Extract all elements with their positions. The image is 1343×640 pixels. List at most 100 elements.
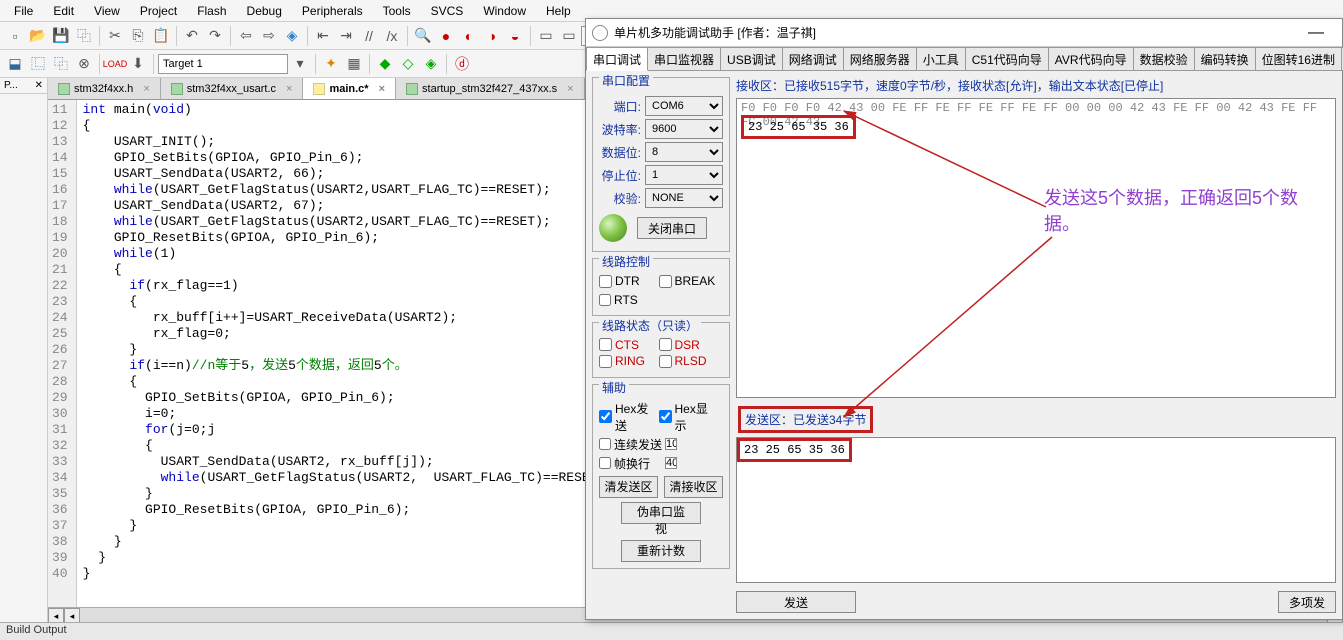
file-icon xyxy=(406,83,418,95)
debug-icon[interactable]: ⓓ xyxy=(451,53,473,75)
menu-svcs[interactable]: SVCS xyxy=(421,2,474,20)
opt-icon[interactable]: ✦ xyxy=(320,53,342,75)
manage3-icon[interactable]: ◈ xyxy=(420,53,442,75)
parity-select[interactable]: NONE xyxy=(645,188,723,208)
dialog-tab[interactable]: 编码转换 xyxy=(1194,47,1256,70)
save-icon[interactable]: 💾 xyxy=(50,25,72,47)
menu-file[interactable]: File xyxy=(4,2,43,20)
download-icon[interactable]: ⬇ xyxy=(127,53,149,75)
copy-icon[interactable]: ⎘ xyxy=(127,25,149,47)
comment-icon[interactable]: // xyxy=(358,25,380,47)
dialog-tab[interactable]: 小工具 xyxy=(916,47,966,70)
build-icon[interactable]: ⬓ xyxy=(4,53,26,75)
databits-select[interactable]: 8 xyxy=(645,142,723,162)
recount-button[interactable]: 重新计数 xyxy=(621,540,701,562)
hex-show-checkbox[interactable] xyxy=(659,410,672,423)
cont-send-checkbox[interactable] xyxy=(599,438,611,450)
minimize-icon[interactable]: — xyxy=(1296,24,1336,42)
menu-tools[interactable]: Tools xyxy=(373,2,421,20)
cont-interval-input[interactable] xyxy=(665,438,677,450)
linebreak-checkbox[interactable] xyxy=(599,457,611,469)
bp4-icon[interactable]: ◒ xyxy=(504,25,526,47)
target-combo[interactable] xyxy=(158,54,288,74)
file-tab[interactable]: stm32f4xx.h× xyxy=(48,78,161,99)
nav-fwd-icon[interactable]: ⇨ xyxy=(258,25,280,47)
dialog-tab[interactable]: C51代码向导 xyxy=(965,47,1049,70)
buildall-icon[interactable]: ⿻ xyxy=(50,53,72,75)
dialog-titlebar[interactable]: 单片机多功能调试助手 [作者：温子祺] — xyxy=(586,19,1342,47)
menu-edit[interactable]: Edit xyxy=(43,2,84,20)
ring-checkbox xyxy=(599,355,612,368)
manage2-icon[interactable]: ◇ xyxy=(397,53,419,75)
undo-icon[interactable]: ↶ xyxy=(181,25,203,47)
code-content[interactable]: int main(void){ USART_INIT(); GPIO_SetBi… xyxy=(77,100,614,607)
new-icon[interactable]: ▫ xyxy=(4,25,26,47)
target-drop-icon[interactable]: ▾ xyxy=(289,53,311,75)
file-icon xyxy=(58,83,70,95)
file-tab[interactable]: startup_stm32f427_437xx.s× xyxy=(396,78,585,99)
dtr-checkbox[interactable] xyxy=(599,275,612,288)
bp-icon[interactable]: ● xyxy=(435,25,457,47)
recv-textbox[interactable]: F0 F0 F0 F0 42 43 00 FE FF FE FF FE FF F… xyxy=(736,98,1336,398)
file-tab[interactable]: main.c*× xyxy=(303,78,396,99)
menu-view[interactable]: View xyxy=(84,2,130,20)
rebuild-icon[interactable]: ⿺ xyxy=(27,53,49,75)
close-port-button[interactable]: 关闭串口 xyxy=(637,217,707,239)
redo-icon[interactable]: ↷ xyxy=(204,25,226,47)
tab-close-icon[interactable]: × xyxy=(286,83,292,95)
dialog-tab[interactable]: 串口调试 xyxy=(586,47,648,71)
menu-project[interactable]: Project xyxy=(130,2,187,20)
stop-build-icon[interactable]: ⊗ xyxy=(73,53,95,75)
dialog-tab[interactable]: USB调试 xyxy=(720,47,783,70)
stopbits-select[interactable]: 1 xyxy=(645,165,723,185)
load-icon[interactable]: LOAD xyxy=(104,53,126,75)
rts-checkbox[interactable] xyxy=(599,294,611,306)
find-icon[interactable]: 🔍 xyxy=(412,25,434,47)
menu-peripherals[interactable]: Peripherals xyxy=(292,2,373,20)
send-textbox[interactable]: 23 25 65 35 36 xyxy=(736,437,1336,583)
menu-flash[interactable]: Flash xyxy=(187,2,236,20)
uncomment-icon[interactable]: /x xyxy=(381,25,403,47)
project-pane: P...✕ xyxy=(0,78,48,623)
tab-close-icon[interactable]: × xyxy=(379,83,385,95)
port-select[interactable]: COM6 xyxy=(645,96,723,116)
open-icon[interactable]: 📂 xyxy=(27,25,49,47)
manage-icon[interactable]: ◆ xyxy=(374,53,396,75)
bp2-icon[interactable]: ◐ xyxy=(458,25,480,47)
menu-debug[interactable]: Debug xyxy=(237,2,292,20)
tab-close-icon[interactable]: × xyxy=(567,83,573,95)
dialog-tab[interactable]: 网络服务器 xyxy=(843,47,917,70)
dialog-tab[interactable]: AVR代码向导 xyxy=(1048,47,1134,70)
multi-send-button[interactable]: 多项发 xyxy=(1278,591,1336,613)
saveall-icon[interactable]: ⿻ xyxy=(73,25,95,47)
dialog-tab[interactable]: 网络调试 xyxy=(782,47,844,70)
clear-recv-button[interactable]: 清接收区 xyxy=(664,476,723,498)
tab-close-icon[interactable]: × xyxy=(143,83,149,95)
bookmark-icon[interactable]: ◈ xyxy=(281,25,303,47)
break-checkbox[interactable] xyxy=(659,275,672,288)
indent-in-icon[interactable]: ⇥ xyxy=(335,25,357,47)
nav-back-icon[interactable]: ⇦ xyxy=(235,25,257,47)
dialog-tab[interactable]: 串口监视器 xyxy=(647,47,721,70)
linebreak-input[interactable] xyxy=(665,457,677,469)
send-button[interactable]: 发送 xyxy=(736,591,856,613)
menu-help[interactable]: Help xyxy=(536,2,581,20)
fake-monitor-button[interactable]: 伪串口监视 xyxy=(621,502,701,524)
opt2-icon[interactable]: ▦ xyxy=(343,53,365,75)
pane-close-icon[interactable]: ✕ xyxy=(35,80,43,91)
baud-select[interactable]: 9600 xyxy=(645,119,723,139)
win2-icon[interactable]: ▭ xyxy=(558,25,580,47)
win1-icon[interactable]: ▭ xyxy=(535,25,557,47)
menu-window[interactable]: Window xyxy=(473,2,536,20)
clear-send-button[interactable]: 清发送区 xyxy=(599,476,658,498)
bp3-icon[interactable]: ◑ xyxy=(481,25,503,47)
indent-out-icon[interactable]: ⇤ xyxy=(312,25,334,47)
file-tab[interactable]: stm32f4xx_usart.c× xyxy=(161,78,304,99)
hex-send-checkbox[interactable] xyxy=(599,410,612,423)
dialog-tab[interactable]: 位图转16进制 xyxy=(1255,47,1342,70)
cut-icon[interactable]: ✂ xyxy=(104,25,126,47)
paste-icon[interactable]: 📋 xyxy=(150,25,172,47)
dialog-tab[interactable]: 数据校验 xyxy=(1133,47,1195,70)
scroll-left2-icon[interactable]: ◂ xyxy=(64,608,80,623)
scroll-left-icon[interactable]: ◂ xyxy=(48,608,64,623)
